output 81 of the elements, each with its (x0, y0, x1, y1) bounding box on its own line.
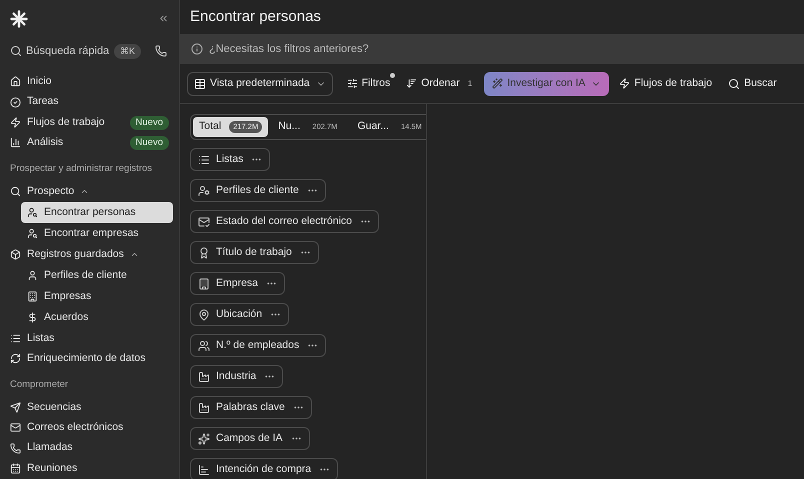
refresh-icon (10, 353, 21, 364)
user-search-icon (27, 228, 38, 240)
factory-icon (198, 370, 210, 382)
sidebar-group[interactable]: Registros guardados (6, 244, 173, 266)
list-icon (10, 332, 21, 344)
user-icon (27, 270, 38, 282)
sidebar-item[interactable]: Secuencias (6, 397, 173, 418)
search-icon (10, 186, 21, 198)
filter-chip[interactable]: Estado del correo electrónico (190, 210, 379, 233)
search-icon (10, 45, 22, 58)
sidebar-item[interactable]: Perfiles de cliente (21, 265, 173, 286)
sidebar-item[interactable]: Llamadas (6, 438, 173, 459)
bar-chart-icon (198, 464, 210, 476)
send-icon (10, 402, 21, 413)
quick-search-placeholder: Búsqueda rápida (26, 44, 110, 60)
check-circle-icon (10, 96, 21, 108)
sparkle-icon (198, 432, 210, 444)
page-title: Encontrar personas (189, 6, 322, 27)
filter-chip[interactable]: N.º de empleados (190, 334, 326, 357)
shortcut-key: ⌘K (114, 44, 141, 60)
workflows-button[interactable]: Flujos de trabajo (611, 72, 720, 96)
sidebar-item[interactable]: Inicio (6, 71, 173, 92)
quick-search-field[interactable]: Búsqueda rápida ⌘K (6, 39, 145, 64)
sidebar-item[interactable]: Reuniones (6, 458, 173, 479)
filter-chip[interactable]: Intención de compra (190, 458, 338, 479)
building-icon (27, 291, 38, 302)
collapse-icon[interactable] (158, 13, 169, 24)
new-badge: Nuevo (130, 116, 169, 130)
calendar-icon (10, 463, 21, 474)
sidebar-item[interactable]: Flujos de trabajo Nuevo (6, 112, 173, 133)
search-button[interactable]: Buscar (722, 72, 783, 96)
filters-button[interactable]: Filtros (338, 72, 398, 96)
logo-icon (10, 10, 28, 28)
user-search-icon (27, 207, 38, 218)
map-pin-icon (198, 308, 210, 320)
award-icon (198, 246, 210, 258)
filter-chip[interactable]: Perfiles de cliente (190, 179, 326, 202)
info-icon (191, 43, 203, 55)
filter-chip[interactable]: Campos de IA (190, 427, 310, 450)
magic-wand-icon (492, 78, 504, 89)
filter-chip[interactable]: Título de trabajo (190, 241, 319, 264)
dollar-icon (27, 312, 38, 324)
view-dropdown[interactable]: Vista predeterminada (187, 72, 333, 96)
sidebar-item[interactable]: Acuerdos (21, 307, 173, 328)
filter-chip[interactable]: Palabras clave (190, 396, 312, 419)
mail-check-icon (198, 216, 210, 228)
lightning-icon (10, 117, 21, 128)
phone-icon (155, 45, 167, 58)
filter-chip[interactable]: Listas (190, 148, 270, 171)
sidebar-group[interactable]: Prospecto (6, 181, 173, 202)
sort-icon (406, 78, 418, 89)
box-icon (10, 249, 21, 260)
bar-chart-icon (10, 137, 21, 148)
search-icon (728, 78, 740, 90)
ai-research-button[interactable]: Investigar con IA (484, 72, 610, 96)
new-badge: Nuevo (130, 136, 169, 150)
sidebar-item[interactable]: Empresas (21, 286, 173, 308)
factory-icon (198, 402, 210, 414)
user-gear-icon (198, 184, 210, 196)
building-icon (198, 278, 210, 290)
sidebar-item[interactable]: Listas (6, 328, 173, 349)
section-heading: Prospectar y administrar registros (9, 162, 154, 176)
sliders-icon (346, 78, 358, 89)
banner-text: ¿Necesitas los filtros anteriores? (209, 42, 369, 57)
home-icon (10, 76, 21, 88)
sidebar-item[interactable]: Tareas (6, 92, 173, 112)
users-icon (198, 340, 210, 352)
sidebar-item[interactable]: Correos electrónicos (6, 418, 173, 438)
lightning-icon (619, 78, 630, 89)
section-heading: Comprometer (9, 378, 70, 392)
filter-chip[interactable]: Ubicación (190, 303, 290, 326)
phone-icon (10, 442, 21, 454)
sidebar-item[interactable]: Encontrar empresas (21, 223, 173, 244)
sidebar-item[interactable]: Análisis Nuevo (6, 132, 173, 154)
mail-icon (10, 422, 21, 434)
filter-chip[interactable]: Empresa (190, 272, 286, 295)
sort-button[interactable]: Ordenar 1 (400, 72, 478, 96)
table-icon (194, 78, 206, 90)
sidebar-item[interactable]: Encontrar personas (21, 202, 173, 224)
filter-chip[interactable]: Industria (190, 365, 284, 388)
sidebar-item[interactable]: Enriquecimiento de datos (6, 348, 173, 370)
